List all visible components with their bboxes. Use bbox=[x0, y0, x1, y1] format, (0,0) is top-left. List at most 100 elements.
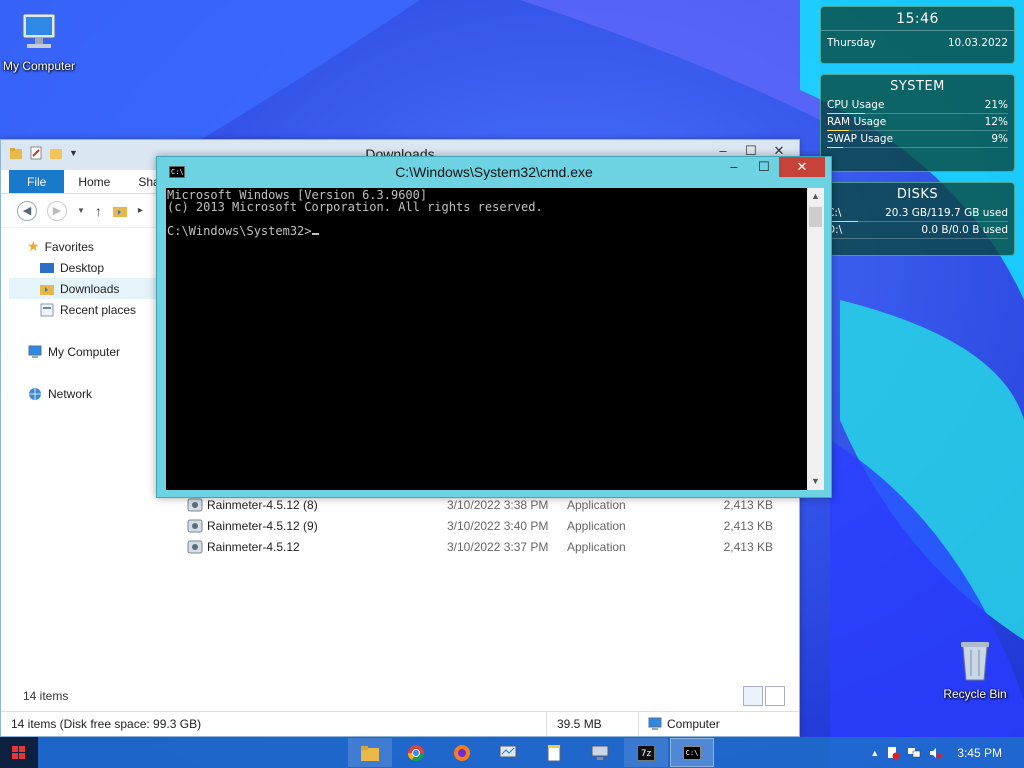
status-items: 14 items (Disk free space: 99.3 GB) bbox=[1, 712, 547, 736]
text-cursor bbox=[311, 233, 319, 235]
taskbar-file-explorer[interactable] bbox=[348, 738, 392, 767]
taskbar-firefox[interactable] bbox=[440, 738, 484, 767]
network-icon[interactable] bbox=[907, 746, 921, 760]
widget-title: DISKS bbox=[896, 187, 939, 202]
file-size: 2,413 KB bbox=[723, 497, 773, 512]
chevron-down-icon[interactable]: ▼ bbox=[77, 206, 85, 215]
maximize-button[interactable]: ☐ bbox=[749, 157, 779, 177]
taskbar-cmd[interactable]: C:\ bbox=[670, 738, 714, 767]
nav-label: My Computer bbox=[48, 344, 121, 359]
tab-file[interactable]: File bbox=[9, 170, 65, 193]
cmd-icon: C:\ bbox=[683, 746, 701, 760]
installer-icon bbox=[187, 498, 203, 511]
breadcrumb-chevron-icon[interactable]: ▸ bbox=[138, 205, 143, 216]
ram-usage-row: RAM Usage 12% bbox=[821, 114, 1014, 131]
star-icon: ★ bbox=[27, 238, 40, 254]
nav-network[interactable]: Network bbox=[9, 383, 157, 404]
7zip-icon: 7z bbox=[637, 745, 655, 761]
widget-date: 10.03.2022 bbox=[947, 37, 1008, 49]
disks-widget: DISKS C:\ 20.3 GB/119.7 GB used D:\ 0.0 … bbox=[820, 182, 1015, 256]
widget-title: SYSTEM bbox=[890, 79, 945, 94]
metric-label: SWAP Usage bbox=[827, 133, 894, 145]
taskbar-chrome[interactable] bbox=[394, 738, 438, 767]
file-date: 3/10/2022 3:40 PM bbox=[447, 518, 549, 533]
recent-places-icon bbox=[40, 303, 54, 316]
file-size: 2,413 KB bbox=[723, 539, 773, 554]
computer-icon bbox=[28, 345, 42, 358]
action-center-icon[interactable] bbox=[886, 746, 900, 760]
console-output[interactable]: Microsoft Windows [Version 6.3.9600] (c) … bbox=[166, 188, 807, 490]
close-button[interactable]: ✕ bbox=[779, 157, 825, 177]
chevron-up-icon[interactable]: ▲ bbox=[870, 748, 879, 758]
start-button[interactable] bbox=[0, 737, 38, 768]
file-name: Rainmeter-4.5.12 bbox=[207, 539, 300, 554]
navigation-pane: ★ Favorites Desktop Downloads Recent pla… bbox=[9, 236, 157, 404]
installer-icon bbox=[187, 519, 203, 532]
metric-label: RAM Usage bbox=[827, 116, 887, 128]
metric-value: 9% bbox=[991, 133, 1008, 145]
status-location: Computer bbox=[667, 717, 720, 731]
back-button[interactable]: ◀ bbox=[17, 200, 37, 221]
minimize-button[interactable]: ‒ bbox=[719, 157, 749, 177]
forward-button[interactable]: ▶ bbox=[47, 200, 67, 221]
up-arrow-icon[interactable]: ↑ bbox=[95, 203, 102, 219]
monitor-icon bbox=[499, 745, 517, 758]
cpu-usage-row: CPU Usage 21% bbox=[821, 97, 1014, 114]
cmd-window[interactable]: C:\ C:\Windows\System32\cmd.exe ‒ ☐ ✕ Mi… bbox=[156, 156, 832, 498]
recycle-bin-icon bbox=[961, 642, 989, 681]
taskbar-7zip[interactable]: 7z bbox=[624, 738, 668, 767]
nav-recent-places[interactable]: Recent places bbox=[9, 299, 157, 320]
disk-value: 20.3 GB/119.7 GB used bbox=[885, 207, 1008, 219]
swap-usage-row: SWAP Usage 9% bbox=[821, 131, 1014, 148]
scroll-up-button[interactable]: ▲ bbox=[807, 188, 824, 205]
tab-home[interactable]: Home bbox=[64, 170, 124, 193]
taskbar-clock[interactable]: 3:45 PM bbox=[957, 746, 1002, 760]
scroll-down-button[interactable]: ▼ bbox=[807, 473, 824, 490]
desktop-icon-recycle-bin[interactable]: Recycle Bin bbox=[930, 636, 1020, 701]
nav-my-computer[interactable]: My Computer bbox=[9, 341, 157, 362]
details-view-button[interactable] bbox=[743, 686, 763, 706]
view-switcher bbox=[743, 686, 785, 706]
computer-icon bbox=[22, 13, 56, 48]
system-widget: SYSTEM CPU Usage 21% RAM Usage 12% SWAP … bbox=[820, 74, 1015, 172]
desktop-icon bbox=[40, 262, 54, 273]
folder-icon bbox=[112, 206, 127, 217]
taskbar: 7z C:\ ▲ 3:45 PM bbox=[0, 737, 1024, 768]
downloads-folder-icon bbox=[40, 284, 54, 295]
nav-favorites[interactable]: ★ Favorites bbox=[9, 236, 157, 257]
vertical-scrollbar[interactable]: ▲ ▼ bbox=[807, 188, 824, 490]
console-prompt: C:\Windows\System32> bbox=[167, 224, 312, 238]
taskbar-monitor[interactable] bbox=[486, 738, 530, 767]
file-date: 3/10/2022 3:38 PM bbox=[447, 497, 549, 512]
file-row[interactable]: Rainmeter-4.5.12 3/10/2022 3:37 PM Appli… bbox=[187, 536, 787, 557]
file-type: Application bbox=[567, 497, 626, 512]
taskbar-notepad[interactable] bbox=[532, 738, 576, 767]
network-icon bbox=[29, 387, 41, 400]
nav-label: Recent places bbox=[60, 302, 137, 317]
scroll-thumb[interactable] bbox=[809, 207, 822, 227]
computer-icon bbox=[648, 717, 662, 730]
taskbar-remote[interactable] bbox=[578, 738, 622, 767]
file-name: Rainmeter-4.5.12 (9) bbox=[207, 518, 318, 533]
file-row[interactable]: Rainmeter-4.5.12 (9) 3/10/2022 3:40 PM A… bbox=[187, 515, 787, 536]
file-name: Rainmeter-4.5.12 (8) bbox=[207, 497, 318, 512]
large-icons-view-button[interactable] bbox=[765, 686, 785, 706]
file-type: Application bbox=[567, 518, 626, 533]
item-count: 14 items bbox=[23, 689, 69, 703]
installer-icon bbox=[187, 540, 203, 553]
console-line: (c) 2013 Microsoft Corporation. All righ… bbox=[167, 200, 543, 214]
nav-downloads[interactable]: Downloads bbox=[9, 278, 157, 299]
disk-c-row: C:\ 20.3 GB/119.7 GB used bbox=[821, 205, 1014, 222]
widget-time: 15:46 bbox=[896, 11, 939, 27]
file-type: Application bbox=[567, 539, 626, 554]
metric-value: 12% bbox=[984, 116, 1008, 128]
status-size: 39.5 MB bbox=[547, 712, 639, 736]
desktop-icon-my-computer[interactable]: My Computer bbox=[0, 8, 84, 73]
file-date: 3/10/2022 3:37 PM bbox=[447, 539, 549, 554]
cmd-titlebar[interactable]: C:\ C:\Windows\System32\cmd.exe ‒ ☐ ✕ bbox=[157, 157, 831, 187]
metric-value: 21% bbox=[984, 99, 1008, 111]
file-size: 2,413 KB bbox=[723, 518, 773, 533]
volume-muted-icon[interactable] bbox=[928, 746, 942, 760]
remote-icon bbox=[591, 745, 609, 760]
nav-desktop[interactable]: Desktop bbox=[9, 257, 157, 278]
